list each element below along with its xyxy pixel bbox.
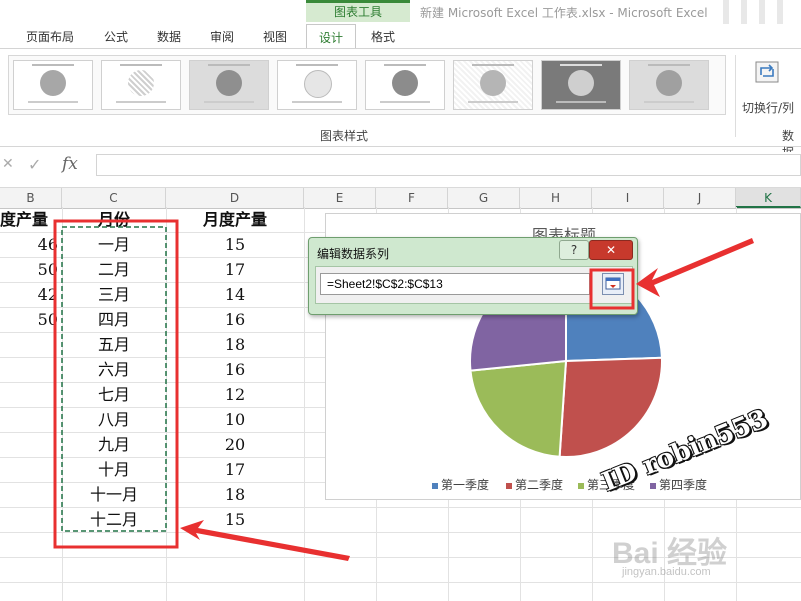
tab-formulas[interactable]: 公式 (104, 28, 128, 45)
tab-data[interactable]: 数据 (157, 28, 181, 45)
output-cell[interactable]: 17 (166, 457, 304, 482)
legend-swatch (432, 482, 438, 489)
pie-slice-第三季度[interactable] (469, 359, 568, 458)
tab-format[interactable]: 格式 (371, 28, 395, 45)
month-cell[interactable]: 九月 (62, 432, 166, 457)
ribbon-separator (735, 55, 736, 137)
formula-input[interactable] (96, 154, 801, 176)
legend-label: 第二季度 (515, 478, 564, 492)
dialog-body: =Sheet2!$C$2:$C$13 (315, 266, 633, 304)
edit-series-dialog[interactable]: 编辑数据系列 ? ✕ =Sheet2!$C$2:$C$13 (308, 237, 638, 315)
output-cell[interactable]: 15 (166, 232, 304, 257)
pie-slice-第二季度[interactable] (558, 356, 663, 458)
switch-row-column-button[interactable]: 切换行/列 (742, 57, 801, 127)
month-cell[interactable]: 十一月 (62, 482, 166, 507)
cancel-icon[interactable]: ✕ (2, 156, 14, 172)
output-cell[interactable]: 10 (166, 407, 304, 432)
help-button[interactable]: ? (559, 240, 589, 260)
column-header-i[interactable]: I (592, 188, 664, 208)
output-cell[interactable]: 18 (166, 482, 304, 507)
legend-label: 第一季度 (441, 478, 490, 492)
chart-style-gallery (8, 55, 726, 115)
ribbon-body: 图表样式 切换行/列 数据 (0, 49, 801, 160)
chart-style-5[interactable] (365, 60, 445, 110)
baidu-jingyan-url: jingyan.baidu.com (622, 566, 711, 578)
legend-item-q1: 第一季度 (432, 476, 489, 493)
column-header-h[interactable]: H (520, 188, 592, 208)
month-cell[interactable]: 二月 (62, 257, 166, 282)
chart-style-7[interactable] (541, 60, 621, 110)
tab-review[interactable]: 审阅 (210, 28, 234, 45)
output-cell[interactable]: 20 (166, 432, 304, 457)
legend-swatch (506, 482, 512, 489)
header-cell-month[interactable]: 月份 (62, 207, 166, 232)
column-header-d[interactable]: D (166, 188, 304, 208)
column-header-g[interactable]: G (448, 188, 520, 208)
month-cell[interactable]: 四月 (62, 307, 166, 332)
chart-style-1[interactable] (13, 60, 93, 110)
legend-label: 第四季度 (659, 478, 708, 492)
month-cell[interactable]: 三月 (62, 282, 166, 307)
range-collapse-icon (605, 277, 621, 290)
month-cell[interactable]: 十月 (62, 457, 166, 482)
cell-b3[interactable]: 50 (0, 257, 58, 282)
series-range-input[interactable]: =Sheet2!$C$2:$C$13 (320, 273, 590, 295)
range-collapse-button[interactable] (602, 273, 624, 295)
tab-view[interactable]: 视图 (263, 28, 287, 45)
cell-b5[interactable]: 50 (0, 307, 58, 332)
output-cell[interactable]: 18 (166, 332, 304, 357)
output-cell[interactable]: 17 (166, 257, 304, 282)
enter-icon[interactable]: ✓ (28, 155, 41, 174)
legend-swatch (650, 482, 656, 489)
switch-row-column-icon (755, 61, 779, 83)
column-header-c[interactable]: C (62, 188, 166, 208)
chart-style-2[interactable] (101, 60, 181, 110)
legend-swatch (578, 482, 584, 489)
chart-styles-group-label: 图表样式 (320, 129, 369, 143)
output-cell[interactable]: 15 (166, 507, 304, 532)
output-cell[interactable]: 16 (166, 357, 304, 382)
close-button[interactable]: ✕ (589, 240, 633, 260)
header-cell-b[interactable]: 度产量 (0, 207, 60, 232)
month-cell[interactable]: 六月 (62, 357, 166, 382)
month-cell[interactable]: 十二月 (62, 507, 166, 532)
month-cell[interactable]: 五月 (62, 332, 166, 357)
cell-b2[interactable]: 46 (0, 232, 58, 257)
tab-design[interactable]: 设计 (306, 24, 357, 48)
month-cell[interactable]: 一月 (62, 232, 166, 257)
output-cell[interactable]: 12 (166, 382, 304, 407)
legend-item-q4: 第四季度 (650, 476, 707, 493)
chart-tools-context-label: 图表工具 (306, 0, 410, 22)
chart-style-8[interactable] (629, 60, 709, 110)
output-cell[interactable]: 14 (166, 282, 304, 307)
column-header-b[interactable]: B (0, 188, 62, 208)
switch-row-column-label: 切换行/列 (742, 101, 795, 115)
ribbon-tabs: 页面布局 公式 数据 审阅 视图 设计 格式 (0, 24, 801, 49)
column-header-j[interactable]: J (664, 188, 736, 208)
month-cell[interactable]: 七月 (62, 382, 166, 407)
column-header-k[interactable]: K (736, 188, 801, 208)
column-headers: B C D E F G H I J K (0, 187, 801, 209)
formula-buttons: ✕ ✓ fx (0, 154, 92, 176)
formula-bar: ✕ ✓ fx (0, 152, 801, 178)
dialog-title: 编辑数据系列 (317, 247, 390, 261)
cell-b4[interactable]: 42 (0, 282, 58, 307)
month-cell[interactable]: 八月 (62, 407, 166, 432)
column-header-e[interactable]: E (304, 188, 376, 208)
window-title: 新建 Microsoft Excel 工作表.xlsx - Microsoft … (420, 6, 708, 20)
output-cell[interactable]: 16 (166, 307, 304, 332)
column-header-f[interactable]: F (376, 188, 448, 208)
chart-style-3[interactable] (189, 60, 269, 110)
chart-style-6[interactable] (453, 60, 533, 110)
header-cell-monthly-output[interactable]: 月度产量 (166, 207, 304, 232)
chart-style-4[interactable] (277, 60, 357, 110)
legend-item-q2: 第二季度 (506, 476, 563, 493)
insert-function-icon[interactable]: fx (62, 154, 78, 174)
tab-page-layout[interactable]: 页面布局 (26, 28, 74, 45)
